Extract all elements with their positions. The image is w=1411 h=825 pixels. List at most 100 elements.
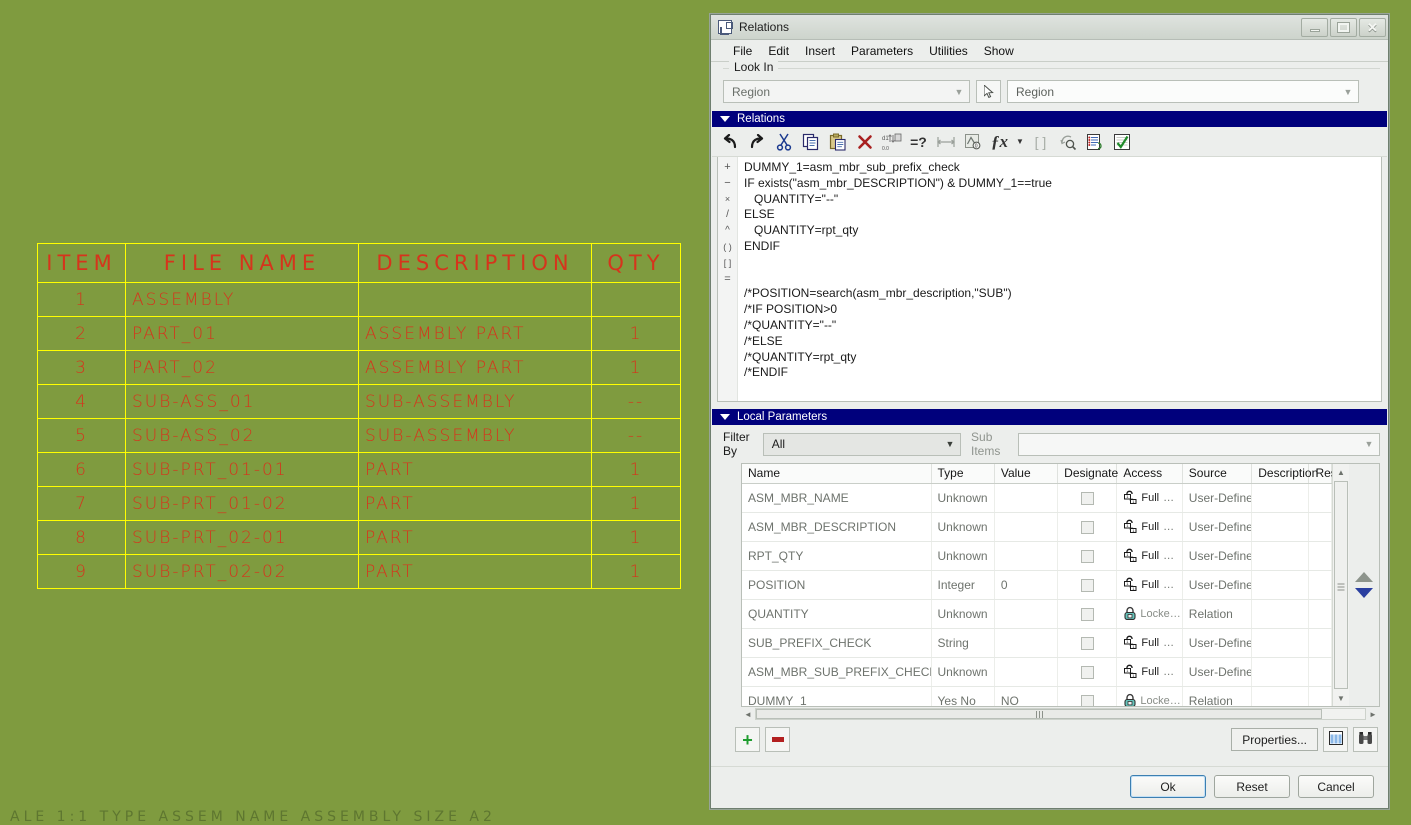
functions-button[interactable]: ƒx (986, 129, 1013, 155)
undo-button[interactable] (716, 129, 743, 155)
table-row[interactable]: RPT_QTYUnknown11Full…User-Defined (742, 541, 1332, 571)
param-name-cell[interactable]: SUB_PREFIX_CHECK (742, 628, 932, 658)
designate-checkbox[interactable] (1080, 636, 1094, 650)
param-restricted-cell[interactable] (1308, 570, 1332, 600)
delete-button[interactable] (851, 129, 878, 155)
table-row[interactable]: ASM_MBR_DESCRIPTION Unknown 1 1 Full… User-De… (742, 512, 1332, 542)
designate-checkbox[interactable] (1080, 665, 1094, 679)
maximize-button[interactable] (1330, 17, 1357, 37)
param-value-cell[interactable]: NO (994, 686, 1059, 706)
menu-show[interactable]: Show (976, 42, 1022, 60)
table-row[interactable]: ASM_MBR_NAMEUnknown11Full…User-Defined (742, 483, 1332, 513)
param-access-cell[interactable]: Locke… (1116, 686, 1183, 706)
col-designate[interactable]: Designate (1057, 464, 1118, 484)
param-type-cell[interactable]: String (931, 628, 995, 658)
show-units-button[interactable] (1054, 129, 1081, 155)
local-parameters-section-header[interactable]: Local Parameters (712, 409, 1387, 425)
param-description-cell[interactable] (1251, 541, 1310, 571)
param-restricted-cell[interactable] (1308, 512, 1332, 542)
col-name[interactable]: Name (742, 464, 932, 484)
param-restricted-cell[interactable] (1308, 541, 1332, 571)
param-designate-cell[interactable] (1057, 570, 1118, 600)
find-button[interactable] (1353, 727, 1378, 752)
menu-insert[interactable]: Insert (797, 42, 843, 60)
operator-divide[interactable]: / (718, 207, 737, 223)
look-in-target-combo[interactable]: Region ▼ (1007, 80, 1359, 103)
hscroll-track[interactable] (755, 708, 1366, 720)
col-description[interactable]: Description (1251, 464, 1318, 484)
hscroll-thumb[interactable] (756, 709, 1323, 719)
col-source[interactable]: Source (1182, 464, 1253, 484)
param-value-cell[interactable] (994, 512, 1059, 542)
minimize-button[interactable] (1301, 17, 1328, 37)
insert-dimension-button[interactable] (932, 129, 959, 155)
param-name-cell[interactable]: ASM_MBR_NAME (742, 483, 932, 513)
sort-relations-button[interactable]: d1 0.0 (878, 129, 905, 155)
access-ellipsis[interactable]: … (1163, 579, 1174, 591)
param-description-cell[interactable] (1251, 512, 1310, 542)
param-type-cell[interactable]: Unknown (931, 599, 995, 629)
filter-by-combo[interactable]: All ▼ (762, 432, 962, 456)
param-access-cell[interactable]: 1 1 Full… (1116, 483, 1183, 513)
param-designate-cell[interactable] (1057, 657, 1118, 687)
param-access-cell[interactable]: 1 1 Full… (1116, 512, 1183, 542)
param-type-cell[interactable]: Yes No (931, 686, 995, 706)
param-name-cell[interactable]: POSITION (742, 570, 932, 600)
param-type-cell[interactable]: Unknown (931, 541, 995, 571)
add-parameter-button[interactable]: + (735, 727, 760, 752)
param-access-cell[interactable]: 1 1 Full… (1116, 541, 1183, 571)
table-row[interactable]: ASM_MBR_SUB_PREFIX_CHECK Unknown 1 1 Full… Us… (742, 657, 1332, 687)
access-ellipsis[interactable]: … (1163, 666, 1174, 678)
look-in-type-combo[interactable]: Region ▼ (723, 80, 970, 103)
relations-text-area[interactable]: DUMMY_1=asm_mbr_sub_prefix_check IF exis… (738, 157, 1381, 401)
param-description-cell[interactable] (1251, 570, 1310, 600)
access-ellipsis[interactable]: … (1163, 550, 1174, 562)
param-name-cell[interactable]: DUMMY_1 (742, 686, 932, 706)
param-designate-cell[interactable] (1057, 541, 1118, 571)
menu-parameters[interactable]: Parameters (843, 42, 921, 60)
relations-section-header[interactable]: Relations (712, 111, 1387, 127)
sub-items-combo[interactable]: ▼ (1018, 432, 1380, 456)
param-description-cell[interactable] (1251, 657, 1310, 687)
operator-minus[interactable]: − (718, 175, 737, 191)
param-description-cell[interactable] (1251, 599, 1310, 629)
param-access-cell[interactable]: 1 1 Full… (1116, 570, 1183, 600)
table-row[interactable]: POSITIONInteger011Full…User-Defined (742, 570, 1332, 600)
operator-power[interactable]: ^ (718, 223, 737, 239)
param-value-cell[interactable] (994, 657, 1059, 687)
check-relations-button[interactable] (1108, 129, 1135, 155)
param-value-cell[interactable] (994, 628, 1059, 658)
param-type-cell[interactable]: Unknown (931, 657, 995, 687)
scroll-thumb[interactable] (1334, 481, 1348, 689)
designate-checkbox[interactable] (1080, 520, 1094, 534)
param-designate-cell[interactable] (1057, 512, 1118, 542)
param-access-cell[interactable]: 1 1 Full… (1116, 657, 1183, 687)
select-pointer-button[interactable] (976, 80, 1001, 103)
param-access-cell[interactable]: Locke… (1116, 599, 1183, 629)
table-row[interactable]: DUMMY_1 Yes No NO Locke… Relation (742, 686, 1332, 706)
param-designate-cell[interactable] (1057, 686, 1118, 706)
window-titlebar[interactable]: Relations ✕ (711, 15, 1388, 40)
param-description-cell[interactable] (1251, 686, 1310, 706)
param-name-cell[interactable]: QUANTITY (742, 599, 932, 629)
access-ellipsis[interactable]: … (1163, 637, 1174, 649)
scroll-left-icon[interactable]: ◄ (741, 710, 755, 719)
access-ellipsis[interactable]: … (1163, 492, 1174, 504)
param-value-cell[interactable] (994, 599, 1059, 629)
designate-checkbox[interactable] (1080, 578, 1094, 592)
scroll-up-icon[interactable]: ▲ (1334, 464, 1349, 480)
designate-checkbox[interactable] (1080, 607, 1094, 621)
col-access[interactable]: Access (1116, 464, 1183, 484)
menu-edit[interactable]: Edit (760, 42, 797, 60)
param-value-cell[interactable] (994, 541, 1059, 571)
param-value-cell[interactable] (994, 483, 1059, 513)
param-description-cell[interactable] (1251, 628, 1310, 658)
param-name-cell[interactable]: ASM_MBR_SUB_PREFIX_CHECK (742, 657, 932, 687)
relations-editor[interactable]: + − × / ^ ( ) [ ] = DUMMY_1=asm_mbr_sub_… (717, 157, 1382, 402)
param-restricted-cell[interactable] (1308, 686, 1332, 706)
operator-equals[interactable]: = (718, 271, 737, 287)
col-type[interactable]: Type (931, 464, 995, 484)
reset-button[interactable]: Reset (1214, 775, 1290, 798)
switch-dimensions-button[interactable]: 0 (959, 129, 986, 155)
param-type-cell[interactable]: Unknown (931, 512, 995, 542)
